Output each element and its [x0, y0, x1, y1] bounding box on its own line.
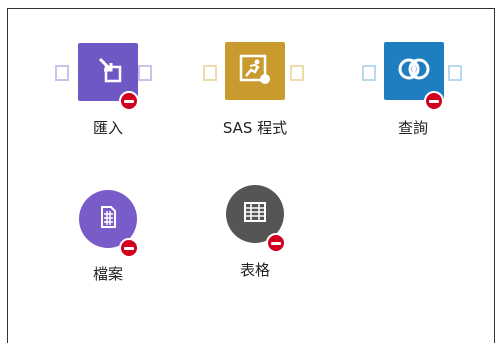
output-port[interactable]	[448, 65, 462, 81]
error-badge	[119, 91, 139, 111]
input-port[interactable]	[362, 65, 376, 81]
error-badge	[119, 238, 139, 258]
node-sas-program-tile[interactable]	[225, 42, 285, 100]
sas-program-icon	[238, 52, 272, 90]
node-table-label: 表格	[239, 261, 271, 279]
node-import-label: 匯入	[92, 119, 124, 137]
input-port[interactable]	[203, 65, 217, 81]
query-icon	[397, 57, 431, 85]
node-file-label: 檔案	[92, 265, 124, 283]
node-sas-program-label: SAS 程式	[222, 119, 288, 137]
error-badge	[424, 91, 444, 111]
file-icon	[97, 205, 119, 233]
output-port[interactable]	[290, 65, 304, 81]
node-query-label: 查詢	[397, 119, 429, 137]
table-icon	[243, 201, 267, 227]
error-badge	[266, 233, 286, 253]
flow-canvas[interactable]: 匯入 SAS 程式 查詢 檔案 表格	[7, 8, 495, 343]
output-port[interactable]	[138, 65, 152, 81]
import-icon	[92, 55, 124, 89]
input-port[interactable]	[55, 65, 69, 81]
